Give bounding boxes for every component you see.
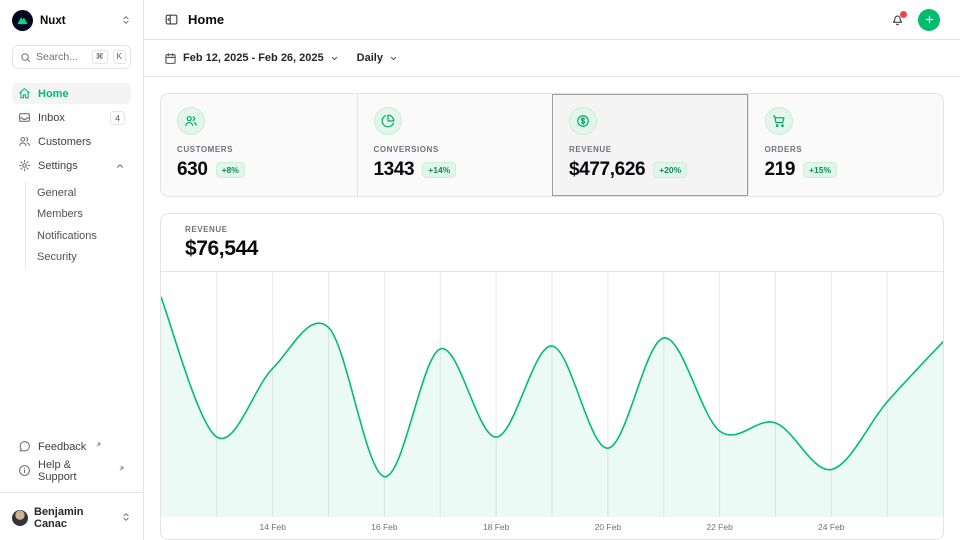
sidebar-item-notifications[interactable]: Notifications <box>37 225 131 247</box>
app-window: Nuxt Search... ⌘ K Home <box>0 0 960 540</box>
stat-value: $477,626 <box>569 159 645 181</box>
settings-submenu: General Members Notifications Security <box>25 182 131 268</box>
stat-delta-badge: +14% <box>422 162 456 178</box>
x-axis-tick-label: 20 Feb <box>595 522 621 532</box>
stat-card-conversions[interactable]: CONVERSIONS 1343 +14% <box>357 94 553 196</box>
sidebar-item-label: Settings <box>38 160 78 172</box>
stat-label: CUSTOMERS <box>177 145 341 154</box>
chevron-updown-icon <box>121 12 131 30</box>
help-support-label: Help & Support <box>38 459 109 483</box>
chevron-updown-icon <box>121 512 131 525</box>
x-axis-tick-label: 22 Feb <box>706 522 732 532</box>
sidebar-item-general[interactable]: General <box>37 182 131 204</box>
chart-header: REVENUE $76,544 <box>161 214 943 271</box>
stat-delta-badge: +15% <box>803 162 837 178</box>
chevron-down-icon <box>389 54 398 63</box>
stat-delta-badge: +20% <box>653 162 687 178</box>
home-icon <box>18 87 31 100</box>
notification-dot <box>900 11 907 18</box>
help-support-link[interactable]: Help & Support <box>12 460 131 481</box>
chevron-down-icon <box>330 54 339 63</box>
search-input[interactable]: Search... ⌘ K <box>12 45 131 69</box>
page-content: CUSTOMERS 630 +8% CONVERSIONS 1343 +14% <box>144 77 960 540</box>
pie-chart-icon <box>374 107 402 135</box>
users-icon <box>18 135 31 148</box>
filters-toolbar: Feb 12, 2025 - Feb 26, 2025 Daily <box>144 40 960 77</box>
stat-label: CONVERSIONS <box>374 145 537 154</box>
sidebar-item-inbox[interactable]: Inbox 4 <box>12 107 131 128</box>
sidebar-nav: Home Inbox 4 Customers Settings <box>12 83 131 268</box>
chart-x-axis: 14 Feb 16 Feb 18 Feb 20 Feb 22 Feb 24 Feb <box>161 517 943 539</box>
sidebar-item-label: Inbox <box>38 112 65 124</box>
page-title: Home <box>188 12 224 27</box>
stat-value: 630 <box>177 159 208 181</box>
x-axis-tick-label: 14 Feb <box>260 522 286 532</box>
chat-bubble-icon <box>18 440 31 453</box>
user-menu[interactable]: Benjamin Canac <box>12 496 131 530</box>
page-header: Home <box>144 0 960 40</box>
granularity-label: Daily <box>357 52 383 64</box>
sidebar-item-security[interactable]: Security <box>37 247 131 269</box>
dollar-circle-icon <box>569 107 597 135</box>
stat-label: REVENUE <box>569 145 732 154</box>
add-button[interactable] <box>918 9 940 31</box>
stat-value: 1343 <box>374 159 415 181</box>
workspace-switcher[interactable]: Nuxt <box>12 10 131 31</box>
kbd-meta: ⌘ <box>92 50 108 64</box>
collapse-sidebar-icon[interactable] <box>164 12 179 27</box>
sidebar: Nuxt Search... ⌘ K Home <box>0 0 144 540</box>
users-icon <box>177 107 205 135</box>
info-circle-icon <box>18 464 31 477</box>
granularity-select[interactable]: Daily <box>357 52 398 64</box>
divider <box>0 492 143 493</box>
stat-card-revenue[interactable]: REVENUE $477,626 +20% <box>552 94 748 196</box>
sidebar-item-label: Home <box>38 88 69 100</box>
revenue-chart-card: REVENUE $76,544 14 Feb 16 Feb 18 Feb 20 Feb… <box>160 213 944 540</box>
external-link-icon <box>118 465 125 472</box>
nuxt-logo-icon <box>12 10 33 31</box>
sidebar-item-members[interactable]: Members <box>37 204 131 226</box>
calendar-icon <box>164 52 177 65</box>
sidebar-footer: Feedback Help & Support Benjamin Canac <box>12 436 131 530</box>
shopping-cart-icon <box>765 107 793 135</box>
main-area: Home Feb 12, 2025 - Feb 26, 2025 <box>144 0 960 540</box>
revenue-area-chart[interactable] <box>161 272 943 517</box>
avatar <box>12 510 28 526</box>
stat-label: ORDERS <box>765 145 928 154</box>
user-name: Benjamin Canac <box>34 506 115 530</box>
x-axis-tick-label: 24 Feb <box>818 522 844 532</box>
sidebar-item-label: Customers <box>38 136 91 148</box>
date-range-label: Feb 12, 2025 - Feb 26, 2025 <box>183 52 324 64</box>
chart-metric-value: $76,544 <box>185 237 919 261</box>
external-link-icon <box>95 441 102 448</box>
chevron-up-icon <box>115 161 125 171</box>
x-axis-tick-label: 18 Feb <box>483 522 509 532</box>
gear-icon <box>18 159 31 172</box>
feedback-label: Feedback <box>38 441 86 453</box>
sidebar-item-customers[interactable]: Customers <box>12 131 131 152</box>
date-range-picker[interactable]: Feb 12, 2025 - Feb 26, 2025 <box>164 52 339 65</box>
notifications-button[interactable] <box>890 12 905 27</box>
chart-metric-label: REVENUE <box>185 225 919 234</box>
search-icon <box>20 52 31 63</box>
stat-card-customers[interactable]: CUSTOMERS 630 +8% <box>161 94 357 196</box>
inbox-count-badge: 4 <box>110 111 125 125</box>
stat-card-orders[interactable]: ORDERS 219 +15% <box>748 94 944 196</box>
feedback-link[interactable]: Feedback <box>12 436 131 457</box>
sidebar-item-home[interactable]: Home <box>12 83 131 104</box>
kbd-k: K <box>113 50 126 64</box>
sidebar-item-settings[interactable]: Settings <box>12 155 131 176</box>
stats-row: CUSTOMERS 630 +8% CONVERSIONS 1343 +14% <box>160 93 944 197</box>
inbox-icon <box>18 111 31 124</box>
workspace-name: Nuxt <box>40 15 66 27</box>
stat-delta-badge: +8% <box>216 162 245 178</box>
search-placeholder: Search... <box>36 51 87 63</box>
x-axis-tick-label: 16 Feb <box>371 522 397 532</box>
stat-value: 219 <box>765 159 796 181</box>
